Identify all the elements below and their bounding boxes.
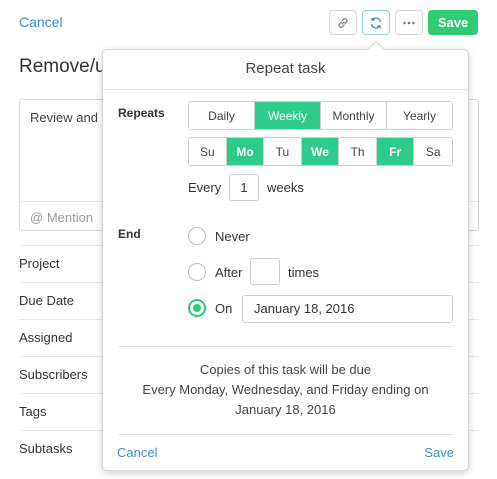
end-on-radio[interactable] [188,299,206,317]
link-button[interactable] [329,10,357,35]
summary-line: January 18, 2016 [235,402,336,417]
cancel-link[interactable]: Cancel [19,14,63,30]
end-label: End [118,227,141,241]
field-label: Project [19,256,60,271]
field-label: Subtasks [19,441,73,456]
interval-input[interactable] [229,174,259,201]
repeat-icon [370,16,382,29]
save-button[interactable]: Save [428,10,478,35]
divider [118,346,453,347]
end-never-radio[interactable] [188,227,206,245]
every-label: Every [188,180,222,195]
day-toggle-fr[interactable]: Fr [376,138,415,165]
link-icon [338,17,348,28]
field-label: Tags [19,404,47,419]
day-toggle-sa[interactable]: Sa [414,138,452,165]
mention-placeholder: Mention [46,210,94,225]
summary-line: Every Monday, Wednesday, and Friday endi… [142,382,429,397]
end-date-input[interactable]: January 18, 2016 [242,295,453,323]
weeks-label: weeks [267,180,304,195]
end-never-label: Never [215,229,250,244]
field-label: Assigned [19,330,73,345]
popover-title: Repeat task [103,50,468,90]
day-toggle-mo[interactable]: Mo [226,138,265,165]
repeat-summary: Copies of this task will be due Every Mo… [103,360,468,420]
more-button[interactable] [395,10,423,35]
end-on-label: On [215,301,233,316]
popover-cancel-button[interactable]: Cancel [117,445,157,460]
frequency-option-monthly[interactable]: Monthly [321,102,387,129]
more-icon [403,21,415,24]
field-label: Subscribers [19,367,88,382]
frequency-option-weekly[interactable]: Weekly [255,102,321,129]
weekday-selector: Su Mo Tu We Th Fr Sa [188,137,453,166]
repeat-button[interactable] [362,10,390,35]
popover-save-button[interactable]: Save [424,445,454,460]
end-after-label: After [215,265,243,280]
summary-line: Copies of this task will be due [199,362,372,377]
field-label: Due Date [19,293,74,308]
repeat-task-popover: Repeat task Repeats Daily Weekly Monthly… [102,40,469,471]
frequency-selector: Daily Weekly Monthly Yearly [188,101,453,130]
day-toggle-we[interactable]: We [301,138,340,165]
day-toggle-su[interactable]: Su [189,138,227,165]
frequency-option-yearly[interactable]: Yearly [387,102,452,129]
mention-field[interactable]: @ Mention [30,210,93,225]
day-toggle-th[interactable]: Th [339,138,377,165]
at-icon: @ [30,210,47,225]
divider [118,434,453,435]
times-label: times [288,265,320,280]
occurrences-input[interactable] [250,258,280,285]
day-toggle-tu[interactable]: Tu [264,138,302,165]
description-text[interactable]: Review and [30,110,98,125]
end-after-radio[interactable] [188,263,206,281]
repeats-label: Repeats [118,106,165,120]
frequency-option-daily[interactable]: Daily [189,102,255,129]
